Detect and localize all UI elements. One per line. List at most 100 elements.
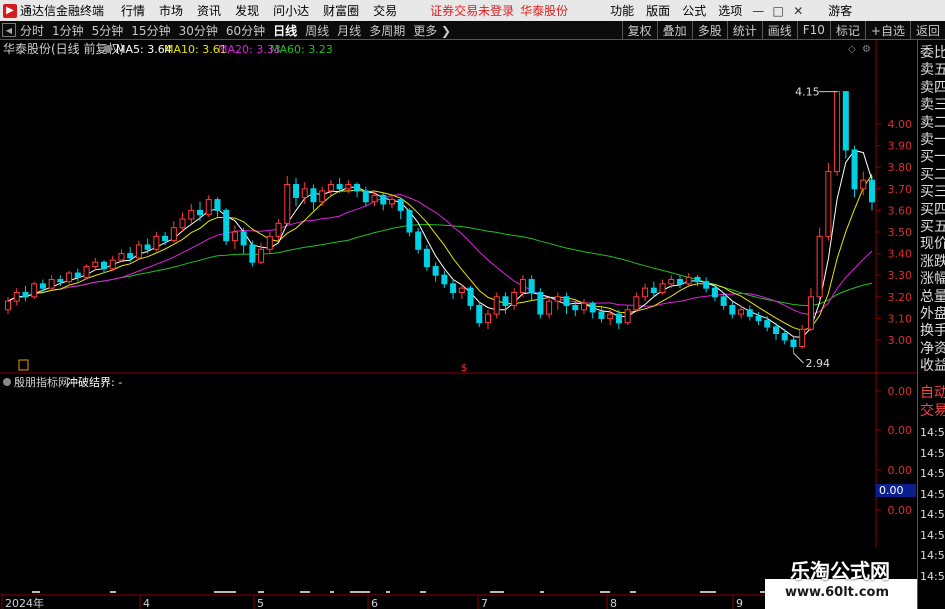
tool-draw[interactable]: 画线 — [761, 20, 797, 40]
candle-body — [13, 291, 20, 302]
period-intraday[interactable]: 分时 — [16, 22, 48, 39]
candle-body — [284, 183, 291, 224]
candle-body — [729, 304, 736, 315]
candle-body — [493, 296, 500, 315]
side-label: 买五 — [920, 219, 945, 235]
tool-overlay[interactable]: 叠加 — [656, 20, 692, 40]
tick-time: 14:56 — [920, 467, 945, 480]
menu-market[interactable]: 市场 — [152, 2, 190, 19]
candle-body — [188, 209, 195, 220]
tool-add-watchlist[interactable]: +自选 — [864, 20, 910, 40]
candle-body — [799, 328, 806, 347]
candle-body — [48, 279, 55, 289]
period-multi[interactable]: 多周期 — [365, 22, 409, 39]
tick-time: 14:56 — [920, 528, 945, 542]
candle-body — [607, 313, 614, 319]
period-5min[interactable]: 5分钟 — [88, 22, 128, 39]
side-label: 涨跌 — [920, 253, 945, 270]
candle-body — [598, 311, 605, 319]
tool-f10[interactable]: F10 — [796, 20, 830, 40]
tool-statistics[interactable]: 统计 — [726, 20, 762, 40]
app-logo-icon: ▶ — [3, 3, 17, 18]
volume-mark — [300, 591, 310, 593]
candle-body — [389, 199, 395, 205]
candle-body — [668, 279, 675, 285]
period-60min[interactable]: 60分钟 — [222, 22, 269, 39]
candle-body — [258, 248, 265, 263]
candle-body — [677, 279, 683, 285]
candle-body — [5, 300, 11, 311]
tool-multi-stock[interactable]: 多股 — [691, 20, 727, 40]
price-tick-label: 3.80 — [888, 161, 913, 174]
menu-function[interactable]: 功能 — [604, 2, 640, 19]
candle-body — [249, 244, 256, 263]
date-tick-label: 6 — [371, 597, 378, 609]
candle-body — [153, 235, 160, 250]
menu-options[interactable]: 选项 — [712, 2, 748, 19]
volume-mark — [330, 591, 334, 593]
price-tick-label: 3.40 — [888, 248, 913, 261]
tool-adjust[interactable]: 复权 — [621, 20, 657, 40]
candle-body — [685, 276, 692, 285]
candle-body — [441, 274, 448, 285]
menu-formula[interactable]: 公式 — [676, 2, 712, 19]
ma-toggle-icon[interactable] — [104, 45, 112, 53]
guest-label[interactable]: 游客 — [828, 2, 860, 19]
side-label: 现价 — [920, 236, 945, 253]
period-monthly[interactable]: 月线 — [333, 22, 365, 39]
menu-trade[interactable]: 交易 — [366, 2, 404, 19]
date-tick-label: 4 — [143, 597, 150, 609]
candle-body — [197, 209, 203, 216]
volume-mark — [350, 591, 370, 593]
indicator-tick-label: 0.00 — [888, 385, 913, 398]
side-label: 委比 — [920, 45, 945, 61]
candle-body — [362, 190, 369, 203]
collapse-panel-icon[interactable]: ◀ — [2, 23, 16, 37]
kline-chart[interactable]: 华泰股份(日线 前复权) MA5: 3.64 MA10: 3.61 MA20: … — [0, 40, 917, 609]
candle-body — [135, 244, 142, 259]
period-30min[interactable]: 30分钟 — [175, 22, 222, 39]
menu-news[interactable]: 资讯 — [190, 2, 228, 19]
candle-body — [57, 279, 64, 283]
menu-wealth[interactable]: 财富圈 — [316, 2, 366, 19]
indicator-name: 殷朋指标网 — [14, 375, 69, 389]
auto-trade-button[interactable]: 自动 — [920, 385, 945, 401]
tick-time: 14:56 — [920, 508, 945, 521]
tick-time: 14:56 — [920, 426, 945, 439]
candle-body — [450, 283, 457, 293]
indicator-toggle-icon[interactable] — [3, 378, 11, 386]
menu-ask[interactable]: 问小达 — [266, 2, 316, 19]
trade-button[interactable]: 交易 — [920, 403, 945, 419]
diamond-icon[interactable]: ◇ — [848, 44, 856, 55]
app-title: 通达信金融终端 — [20, 4, 105, 18]
candle-body — [572, 304, 579, 311]
maximize-icon[interactable]: □ — [768, 4, 788, 18]
side-label: 卖三 — [920, 97, 945, 114]
tool-mark[interactable]: 标记 — [829, 20, 865, 40]
period-1min[interactable]: 1分钟 — [48, 22, 88, 39]
candle-body — [563, 296, 570, 306]
candle-body — [415, 231, 422, 250]
tool-back[interactable]: 返回 — [909, 20, 945, 40]
candle-body — [301, 188, 308, 198]
period-weekly[interactable]: 周线 — [301, 22, 333, 39]
menu-discover[interactable]: 发现 — [228, 2, 266, 19]
minimize-icon[interactable]: — — [748, 4, 768, 18]
close-icon[interactable]: ✕ — [788, 4, 808, 18]
candle-body — [485, 313, 491, 324]
menu-quotes[interactable]: 行情 — [114, 2, 152, 19]
ma60-label: MA60: 3.23 — [270, 43, 333, 56]
candle-body — [127, 253, 134, 259]
period-daily[interactable]: 日线 — [269, 22, 301, 39]
cost-marker[interactable]: $ — [461, 363, 467, 374]
period-toolbar: ◀ 分时 1分钟 5分钟 15分钟 30分钟 60分钟 日线 周线 月线 多周期… — [0, 20, 945, 40]
highlighted-value: 0.00 — [876, 484, 916, 497]
menu-layout[interactable]: 版面 — [640, 2, 676, 19]
candle-body — [633, 296, 640, 311]
period-15min[interactable]: 15分钟 — [127, 22, 174, 39]
login-notice[interactable]: 证券交易未登录 — [430, 2, 520, 19]
gear-icon[interactable]: ⚙ — [862, 44, 871, 55]
period-more[interactable]: 更多 ❯ — [409, 22, 455, 39]
side-label: 卖二 — [920, 114, 945, 131]
indicator-formula: 冲破结界: - — [67, 375, 122, 389]
